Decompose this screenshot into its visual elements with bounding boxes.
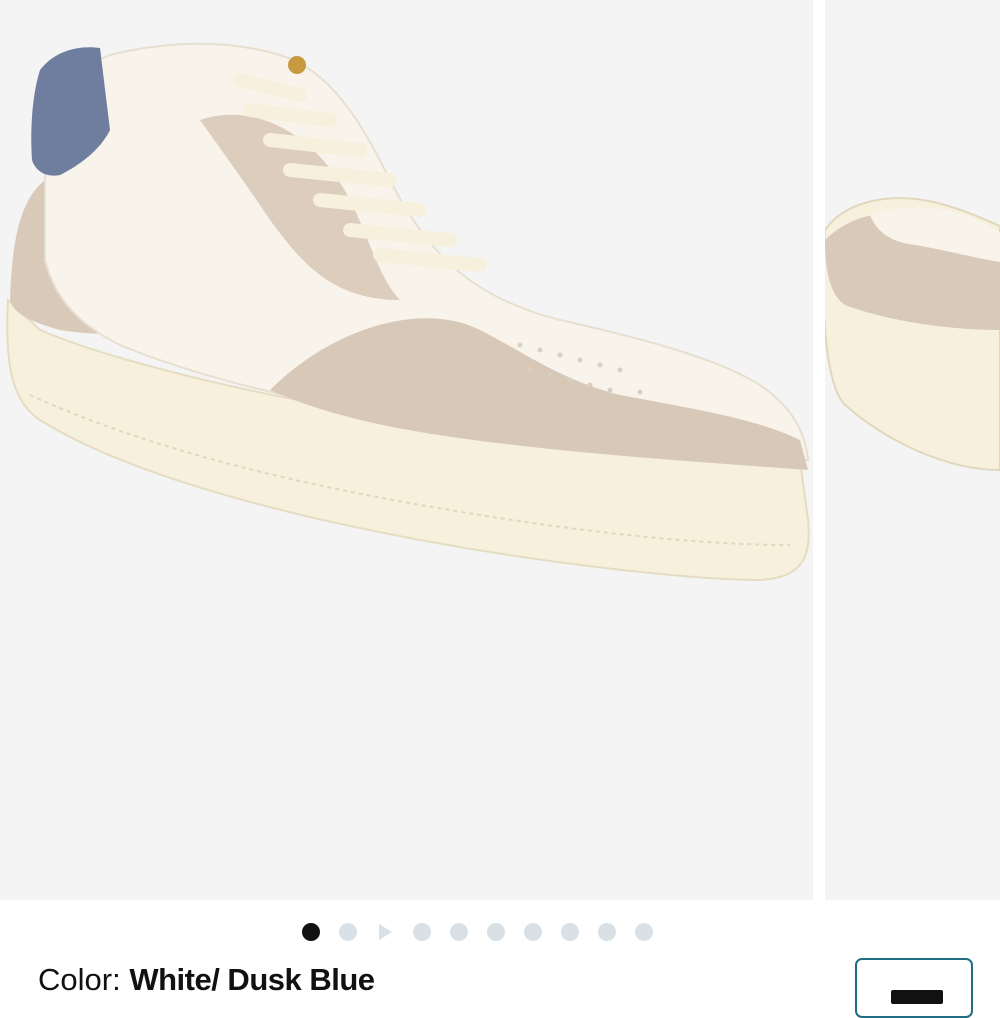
pagination-dot-5[interactable]	[450, 923, 468, 941]
product-image-gallery[interactable]	[0, 0, 1000, 900]
color-selection-text: Color: White/ Dusk Blue	[38, 962, 375, 998]
play-icon	[379, 924, 392, 940]
pagination-dot-9[interactable]	[598, 923, 616, 941]
color-swatch-selected[interactable]	[855, 958, 973, 1018]
pagination-dot-2[interactable]	[339, 923, 357, 941]
sneaker-next-image	[825, 197, 1000, 472]
pagination-dot-4[interactable]	[413, 923, 431, 941]
swatch-preview	[891, 990, 943, 1004]
pagination-dot-7[interactable]	[524, 923, 542, 941]
product-image-main[interactable]	[0, 0, 813, 900]
color-value: White/ Dusk Blue	[129, 962, 375, 997]
sneaker-main-image	[6, 42, 810, 582]
pagination-dot-1[interactable]	[302, 923, 320, 941]
pagination-dot-6[interactable]	[487, 923, 505, 941]
product-image-next[interactable]	[825, 0, 1000, 900]
pagination-dot-8[interactable]	[561, 923, 579, 941]
pagination-dot-10[interactable]	[635, 923, 653, 941]
color-label: Color:	[38, 962, 121, 997]
pagination-dot-video[interactable]	[376, 923, 394, 941]
image-pagination-dots[interactable]	[302, 922, 653, 942]
